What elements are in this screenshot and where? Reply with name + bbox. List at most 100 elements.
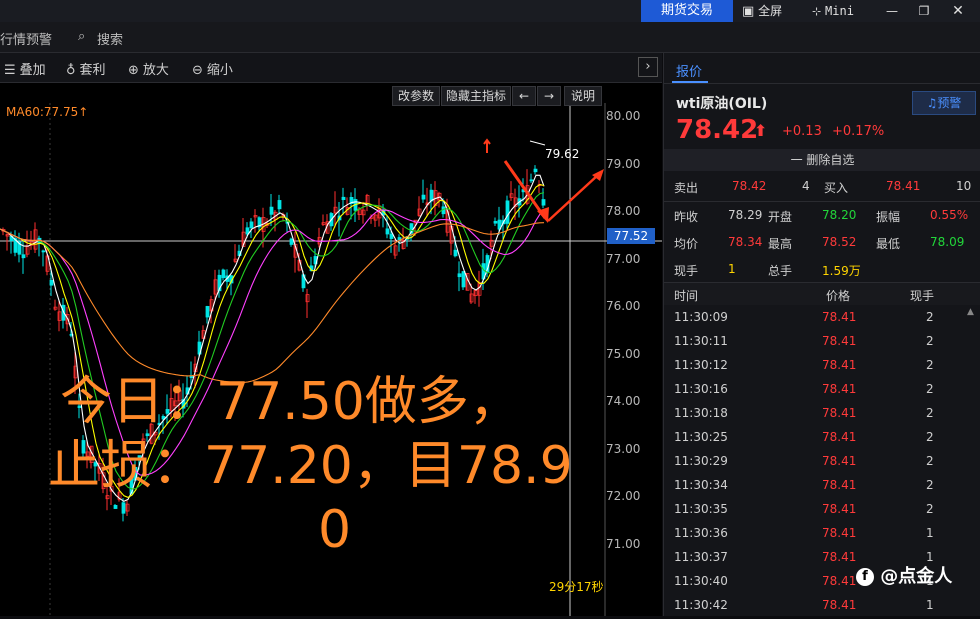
trade-qty: 1 <box>926 598 934 612</box>
annotations <box>483 138 604 223</box>
stat-label: 均价 <box>674 237 699 251</box>
remove-favorite-button[interactable]: 一 删除自选 <box>664 149 980 171</box>
trade-time: 11:30:18 <box>674 406 728 420</box>
trade-time: 11:30:11 <box>674 334 728 348</box>
trade-price: 78.41 <box>822 574 857 588</box>
trade-time: 11:30:16 <box>674 382 728 396</box>
zoom-out-icon: ⊖ <box>192 63 203 78</box>
trade-qty: 2 <box>926 430 934 444</box>
trade-qty: 2 <box>926 358 934 372</box>
sell-price: 78.42 <box>732 179 767 193</box>
ma60-value: MA60:77.75 <box>6 105 79 119</box>
arbitrage-button[interactable]: ♁ 套利 <box>66 59 106 78</box>
stat-value: 78.29 <box>728 208 763 222</box>
table-row: 11:30:29 78.41 2 <box>664 449 980 473</box>
up-arrow-annotation <box>547 174 599 222</box>
mini-label: Mini <box>825 4 854 18</box>
change-params-button[interactable]: 改参数 <box>392 86 440 106</box>
header-price: 价格 <box>826 289 851 303</box>
close-icon[interactable]: ✕ <box>948 0 968 22</box>
table-row: 11:30:35 78.41 2 <box>664 497 980 521</box>
trade-price: 78.41 <box>822 550 857 564</box>
stat-value: 0.55% <box>930 208 969 222</box>
buy-price: 78.41 <box>886 179 921 193</box>
y-tick: 77.00 <box>606 251 641 266</box>
table-row: 11:30:36 78.41 1 <box>664 521 980 545</box>
candle-body <box>249 221 254 229</box>
arrow-right-icon[interactable]: → <box>537 86 561 106</box>
y-tick: 75.00 <box>606 346 641 361</box>
ma60-arrow: ↑ <box>78 105 89 119</box>
y-tick: 76.00 <box>606 299 641 313</box>
symbol-name: wti原油(OIL) <box>676 96 768 112</box>
countdown-timer: 29分17秒 <box>549 580 604 594</box>
panel-tabs: 报价 <box>664 53 980 84</box>
trade-price: 78.41 <box>822 502 857 516</box>
trade-qty: 2 <box>926 310 934 324</box>
candle-body <box>461 271 466 288</box>
candle-body <box>389 233 394 239</box>
futures-trade-button[interactable]: 期货交易 <box>641 0 733 22</box>
candle-body <box>49 279 54 286</box>
scroll-up-icon[interactable]: ▲ <box>967 307 979 317</box>
last-price: 78.42 <box>676 115 759 145</box>
fullscreen-icon: ▣ <box>742 4 755 19</box>
trade-qty: 2 <box>926 382 934 396</box>
trade-time: 11:30:40 <box>674 574 728 588</box>
zoom-in-button[interactable]: ⊕ 放大 <box>128 59 169 78</box>
trade-price: 78.41 <box>822 478 857 492</box>
stat-label: 现手 <box>674 264 699 278</box>
buy-qty: 10 <box>956 179 972 193</box>
zoom-out-button[interactable]: ⊖ 缩小 <box>192 59 233 78</box>
arbitrage-label: 套利 <box>79 63 106 78</box>
overlay-line-1: 今日：77.50做多， <box>60 372 521 432</box>
high-price-label: 79.62 <box>545 147 580 161</box>
trade-plan-overlay: 今日：77.50做多， 止损：77.20，目78.9 0 <box>0 370 662 562</box>
alert-label: 预警 <box>937 96 962 110</box>
candle-body <box>385 228 390 235</box>
trade-price: 78.41 <box>822 358 857 372</box>
trade-price: 78.41 <box>822 310 857 324</box>
restore-icon[interactable]: ❐ <box>914 0 934 22</box>
high-pointer-line <box>529 140 546 146</box>
tab-quote[interactable]: 报价 <box>676 61 702 80</box>
candle-body <box>421 194 426 200</box>
watermark: f @点金人 <box>856 562 952 588</box>
candle-body <box>457 273 462 278</box>
stat-value: 78.20 <box>822 208 857 222</box>
nav-bar: 行情预警 ⌕ 搜索 <box>0 22 980 53</box>
fullscreen-button[interactable]: ▣ 全屏 <box>742 0 782 22</box>
trade-price: 78.41 <box>822 430 857 444</box>
table-row: 11:30:18 78.41 2 <box>664 401 980 425</box>
candle-body <box>493 220 498 224</box>
stack-icon: ☰ <box>4 63 16 78</box>
arrow-left-icon[interactable]: ← <box>512 86 536 106</box>
stat-value: 78.52 <box>822 235 857 249</box>
collapse-panel-icon[interactable]: › <box>638 57 658 77</box>
hide-indicator-button[interactable]: 隐藏主指标 <box>441 86 511 106</box>
overlay-button[interactable]: ☰ 叠加 <box>4 59 46 78</box>
candle-body <box>453 249 458 257</box>
candle-body <box>221 269 226 279</box>
candle-body <box>21 254 26 259</box>
trade-qty: 2 <box>926 454 934 468</box>
nav-item-market-alert[interactable]: 行情预警 <box>0 29 52 48</box>
minimize-icon[interactable]: — <box>882 0 902 22</box>
trade-price: 78.41 <box>822 382 857 396</box>
bid-ask-row: 卖出 78.42 4 买入 78.41 10 <box>664 175 980 199</box>
trade-price: 78.41 <box>822 334 857 348</box>
stat-value: 1 <box>728 262 736 276</box>
overlay-line-3: 0 <box>318 500 352 560</box>
buy-label: 买入 <box>824 181 849 195</box>
search-icon[interactable]: ⌕ <box>78 29 85 44</box>
nav-item-search[interactable]: 搜索 <box>97 29 123 48</box>
alert-button[interactable]: ♫预警 <box>912 91 976 115</box>
stat-label: 开盘 <box>768 210 793 224</box>
candle-body <box>269 206 274 215</box>
zoom-out-label: 缩小 <box>206 63 233 78</box>
table-row: 11:30:11 78.41 2 <box>664 329 980 353</box>
header-time: 时间 <box>674 289 699 303</box>
trade-qty: 2 <box>926 502 934 516</box>
mini-button[interactable]: ⊹ Mini <box>812 0 854 22</box>
explain-button[interactable]: 说明 <box>564 86 602 106</box>
